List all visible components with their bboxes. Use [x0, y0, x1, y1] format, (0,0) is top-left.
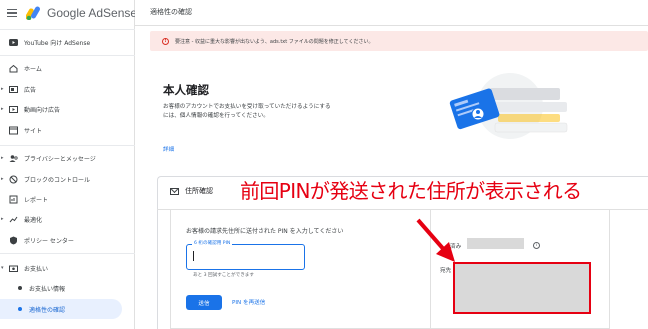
sidebar-item-optimize[interactable]: ▸ 最適化	[0, 209, 135, 229]
sidebar-divider	[0, 253, 135, 254]
identity-verification-description: お客様のアカウントでお支払いを受け取っていただけるようにするには、個人情報の確認…	[163, 104, 331, 119]
sidebar-item-label: レポート	[24, 196, 49, 204]
sidebar-item-label: お支払い情報	[29, 285, 66, 293]
block-icon	[9, 175, 18, 184]
menu-icon[interactable]	[7, 9, 17, 17]
section-title: 住所確認	[185, 187, 213, 195]
details-link[interactable]: 詳細	[163, 145, 174, 153]
sidebar-item-video-ads[interactable]: ▸ 動画向け広告	[0, 99, 135, 119]
panel-divider	[430, 210, 431, 329]
caret-right-icon: ▸	[1, 106, 4, 112]
sidebar-item-label: 適格性の確認	[29, 306, 66, 314]
sidebar-item-label: YouTube 向け AdSense	[24, 39, 91, 47]
home-icon	[9, 64, 18, 73]
resend-pin-link[interactable]: PIN を再送信	[232, 298, 265, 306]
mail-icon	[170, 187, 179, 195]
bullet-dot	[18, 286, 22, 290]
text-cursor	[193, 251, 194, 261]
sites-icon	[9, 126, 18, 135]
sidebar-item-youtube[interactable]: YouTube 向け AdSense	[0, 32, 135, 52]
warning-icon: !	[162, 37, 169, 45]
sidebar-divider	[0, 55, 135, 56]
page-title: 適格性の確認	[150, 8, 192, 16]
annotation-text: 前回PINが発送された住所が表示される	[240, 179, 582, 203]
pin-prompt: お客様の請求先住所に送付された PIN を入力してください	[186, 228, 344, 235]
submit-button[interactable]: 送信	[186, 295, 222, 310]
sidebar-item-block-controls[interactable]: ▸ ブロックのコントロール	[0, 169, 135, 189]
identity-verification-title: 本人確認	[163, 83, 209, 97]
sidebar-item-label: 広告	[24, 86, 37, 94]
caret-right-icon: ▸	[1, 155, 4, 161]
adsense-window: Google AdSense YouTube 向け AdSense ホーム ▸ …	[0, 0, 648, 329]
sidebar-item-label: 最適化	[24, 216, 43, 224]
alert-text: 要注意 - 収益に重大な影響が出ないよう、ads.txt ファイルの問題を修正し…	[175, 38, 374, 45]
sidebar-item-eligibility[interactable]: 適格性の確認	[0, 299, 122, 319]
sidebar-item-label: 動画向け広告	[24, 106, 61, 114]
adsense-logo-icon	[26, 6, 40, 20]
sidebar-item-label: サイト	[24, 127, 43, 135]
payments-icon	[9, 264, 18, 273]
sent-date-label: 済み	[450, 244, 462, 250]
sidebar-item-payments[interactable]: ▾ お支払い	[0, 258, 135, 278]
sidebar-item-sites[interactable]: サイト	[0, 120, 135, 140]
app-name: Google AdSense	[47, 6, 138, 20]
sidebar-item-label: お支払い	[24, 265, 49, 273]
ads-txt-alert[interactable]: ! 要注意 - 収益に重大な影響が出ないよう、ads.txt ファイルの問題を修…	[150, 31, 648, 51]
caret-right-icon: ▸	[1, 86, 4, 92]
sidebar: Google AdSense YouTube 向け AdSense ホーム ▸ …	[0, 0, 137, 329]
pin-input[interactable]	[188, 247, 300, 266]
id-card-illustration	[449, 73, 568, 139]
info-icon[interactable]: i	[533, 242, 540, 249]
pin-field-label: 6 桁の確認用 PIN	[192, 240, 233, 246]
caret-down-icon: ▾	[1, 265, 4, 271]
address-verification-header: 住所確認	[170, 186, 213, 196]
sidebar-item-label: プライバシーとメッセージ	[24, 155, 96, 163]
youtube-icon	[9, 38, 18, 47]
optimize-icon	[9, 215, 18, 224]
sidebar-divider	[0, 29, 135, 30]
sidebar-item-privacy[interactable]: ▸ プライバシーとメッセージ	[0, 148, 135, 168]
sidebar-item-payment-info[interactable]: お支払い情報	[0, 278, 135, 298]
privacy-icon	[9, 154, 18, 163]
caret-right-icon: ▸	[1, 216, 4, 222]
address-redacted-highlight	[453, 262, 591, 314]
policy-icon	[9, 236, 18, 245]
sidebar-item-ads[interactable]: ▸ 広告	[0, 79, 135, 99]
sidebar-item-label: ブロックのコントロール	[24, 176, 91, 184]
attempts-remaining: あと 3 回試すことができます	[193, 273, 254, 278]
sidebar-divider	[0, 145, 135, 146]
address-label: 宛先	[440, 268, 452, 274]
sent-date-redacted	[467, 238, 524, 249]
app-logo[interactable]: Google AdSense	[7, 4, 137, 22]
bullet-dot	[18, 307, 22, 311]
video-ads-icon	[9, 105, 18, 114]
ads-icon	[9, 85, 18, 94]
report-icon	[9, 195, 18, 204]
caret-right-icon: ▸	[1, 176, 4, 182]
sidebar-item-label: ホーム	[24, 65, 42, 73]
sidebar-item-home[interactable]: ホーム	[0, 58, 135, 78]
top-bar: 適格性の確認	[135, 0, 648, 26]
sidebar-item-reports[interactable]: レポート	[0, 189, 135, 209]
sidebar-item-policy-center[interactable]: ポリシー センター	[0, 230, 135, 250]
sidebar-item-label: ポリシー センター	[24, 237, 74, 245]
